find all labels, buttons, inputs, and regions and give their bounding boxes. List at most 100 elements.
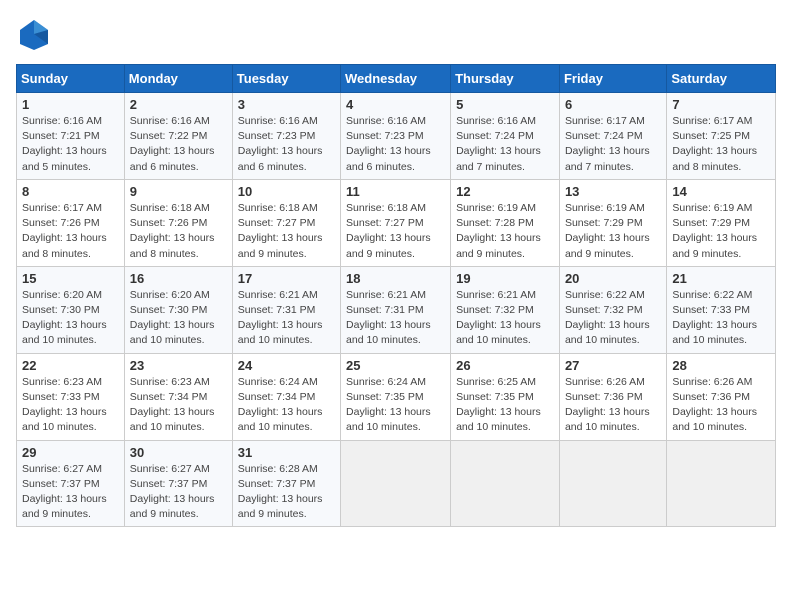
calendar-cell: 26 Sunrise: 6:25 AM Sunset: 7:35 PM Dayli… bbox=[451, 353, 560, 440]
day-info: Sunrise: 6:20 AM Sunset: 7:30 PM Dayligh… bbox=[130, 288, 227, 349]
day-info: Sunrise: 6:16 AM Sunset: 7:24 PM Dayligh… bbox=[456, 114, 554, 175]
calendar-cell: 5 Sunrise: 6:16 AM Sunset: 7:24 PM Daylig… bbox=[451, 93, 560, 180]
calendar-cell: 29 Sunrise: 6:27 AM Sunset: 7:37 PM Dayli… bbox=[17, 440, 125, 527]
calendar-week-3: 15 Sunrise: 6:20 AM Sunset: 7:30 PM Dayli… bbox=[17, 266, 776, 353]
calendar-cell: 11 Sunrise: 6:18 AM Sunset: 7:27 PM Dayli… bbox=[341, 179, 451, 266]
day-info: Sunrise: 6:18 AM Sunset: 7:27 PM Dayligh… bbox=[238, 201, 335, 262]
day-header-saturday: Saturday bbox=[667, 65, 776, 93]
day-info: Sunrise: 6:26 AM Sunset: 7:36 PM Dayligh… bbox=[565, 375, 661, 436]
calendar-cell: 22 Sunrise: 6:23 AM Sunset: 7:33 PM Dayli… bbox=[17, 353, 125, 440]
day-info: Sunrise: 6:21 AM Sunset: 7:31 PM Dayligh… bbox=[238, 288, 335, 349]
day-info: Sunrise: 6:26 AM Sunset: 7:36 PM Dayligh… bbox=[672, 375, 770, 436]
calendar-cell: 15Sunrise: 6:20 AM Sunset: 7:30 PM Dayli… bbox=[17, 266, 125, 353]
calendar-week-4: 22 Sunrise: 6:23 AM Sunset: 7:33 PM Dayli… bbox=[17, 353, 776, 440]
calendar-cell: 13 Sunrise: 6:19 AM Sunset: 7:29 PM Dayli… bbox=[559, 179, 666, 266]
day-number: 9 bbox=[130, 184, 227, 199]
calendar-cell: 1Sunrise: 6:16 AM Sunset: 7:21 PM Daylig… bbox=[17, 93, 125, 180]
day-number: 16 bbox=[130, 271, 227, 286]
calendar-cell bbox=[667, 440, 776, 527]
day-info: Sunrise: 6:25 AM Sunset: 7:35 PM Dayligh… bbox=[456, 375, 554, 436]
calendar-cell: 3 Sunrise: 6:16 AM Sunset: 7:23 PM Daylig… bbox=[232, 93, 340, 180]
day-header-tuesday: Tuesday bbox=[232, 65, 340, 93]
day-info: Sunrise: 6:17 AM Sunset: 7:26 PM Dayligh… bbox=[22, 201, 119, 262]
day-number: 31 bbox=[238, 445, 335, 460]
calendar-cell: 31 Sunrise: 6:28 AM Sunset: 7:37 PM Dayli… bbox=[232, 440, 340, 527]
day-number: 12 bbox=[456, 184, 554, 199]
calendar-cell bbox=[341, 440, 451, 527]
day-number: 11 bbox=[346, 184, 445, 199]
calendar-table: SundayMondayTuesdayWednesdayThursdayFrid… bbox=[16, 64, 776, 527]
calendar-cell: 18 Sunrise: 6:21 AM Sunset: 7:31 PM Dayli… bbox=[341, 266, 451, 353]
calendar-cell: 20 Sunrise: 6:22 AM Sunset: 7:32 PM Dayli… bbox=[559, 266, 666, 353]
day-info: Sunrise: 6:27 AM Sunset: 7:37 PM Dayligh… bbox=[22, 462, 119, 523]
day-header-sunday: Sunday bbox=[17, 65, 125, 93]
day-number: 8 bbox=[22, 184, 119, 199]
calendar-cell bbox=[559, 440, 666, 527]
day-info: Sunrise: 6:21 AM Sunset: 7:32 PM Dayligh… bbox=[456, 288, 554, 349]
day-number: 22 bbox=[22, 358, 119, 373]
day-info: Sunrise: 6:22 AM Sunset: 7:32 PM Dayligh… bbox=[565, 288, 661, 349]
calendar-cell: 12 Sunrise: 6:19 AM Sunset: 7:28 PM Dayli… bbox=[451, 179, 560, 266]
logo-icon bbox=[16, 16, 52, 52]
day-number: 28 bbox=[672, 358, 770, 373]
day-info: Sunrise: 6:16 AM Sunset: 7:21 PM Dayligh… bbox=[22, 114, 119, 175]
calendar-cell: 7 Sunrise: 6:17 AM Sunset: 7:25 PM Daylig… bbox=[667, 93, 776, 180]
day-number: 26 bbox=[456, 358, 554, 373]
day-info: Sunrise: 6:19 AM Sunset: 7:28 PM Dayligh… bbox=[456, 201, 554, 262]
day-number: 21 bbox=[672, 271, 770, 286]
day-number: 25 bbox=[346, 358, 445, 373]
day-number: 17 bbox=[238, 271, 335, 286]
day-info: Sunrise: 6:17 AM Sunset: 7:24 PM Dayligh… bbox=[565, 114, 661, 175]
day-info: Sunrise: 6:23 AM Sunset: 7:33 PM Dayligh… bbox=[22, 375, 119, 436]
day-number: 4 bbox=[346, 97, 445, 112]
day-number: 15 bbox=[22, 271, 119, 286]
calendar-cell: 4 Sunrise: 6:16 AM Sunset: 7:23 PM Daylig… bbox=[341, 93, 451, 180]
logo bbox=[16, 16, 58, 52]
calendar-cell: 16 Sunrise: 6:20 AM Sunset: 7:30 PM Dayli… bbox=[124, 266, 232, 353]
day-info: Sunrise: 6:18 AM Sunset: 7:26 PM Dayligh… bbox=[130, 201, 227, 262]
calendar-cell: 28 Sunrise: 6:26 AM Sunset: 7:36 PM Dayli… bbox=[667, 353, 776, 440]
day-number: 20 bbox=[565, 271, 661, 286]
day-info: Sunrise: 6:22 AM Sunset: 7:33 PM Dayligh… bbox=[672, 288, 770, 349]
day-number: 29 bbox=[22, 445, 119, 460]
day-number: 18 bbox=[346, 271, 445, 286]
day-info: Sunrise: 6:23 AM Sunset: 7:34 PM Dayligh… bbox=[130, 375, 227, 436]
day-info: Sunrise: 6:17 AM Sunset: 7:25 PM Dayligh… bbox=[672, 114, 770, 175]
day-number: 10 bbox=[238, 184, 335, 199]
calendar-header: SundayMondayTuesdayWednesdayThursdayFrid… bbox=[17, 65, 776, 93]
day-header-wednesday: Wednesday bbox=[341, 65, 451, 93]
calendar-cell: 19 Sunrise: 6:21 AM Sunset: 7:32 PM Dayli… bbox=[451, 266, 560, 353]
day-info: Sunrise: 6:28 AM Sunset: 7:37 PM Dayligh… bbox=[238, 462, 335, 523]
calendar-cell: 24Sunrise: 6:24 AM Sunset: 7:34 PM Dayli… bbox=[232, 353, 340, 440]
calendar-cell: 2 Sunrise: 6:16 AM Sunset: 7:22 PM Daylig… bbox=[124, 93, 232, 180]
day-number: 2 bbox=[130, 97, 227, 112]
day-number: 24 bbox=[238, 358, 335, 373]
day-info: Sunrise: 6:19 AM Sunset: 7:29 PM Dayligh… bbox=[672, 201, 770, 262]
calendar-cell: 25 Sunrise: 6:24 AM Sunset: 7:35 PM Dayli… bbox=[341, 353, 451, 440]
calendar-cell: 21 Sunrise: 6:22 AM Sunset: 7:33 PM Dayli… bbox=[667, 266, 776, 353]
calendar-week-5: 29 Sunrise: 6:27 AM Sunset: 7:37 PM Dayli… bbox=[17, 440, 776, 527]
calendar-cell bbox=[451, 440, 560, 527]
day-number: 23 bbox=[130, 358, 227, 373]
day-number: 13 bbox=[565, 184, 661, 199]
day-info: Sunrise: 6:21 AM Sunset: 7:31 PM Dayligh… bbox=[346, 288, 445, 349]
day-info: Sunrise: 6:18 AM Sunset: 7:27 PM Dayligh… bbox=[346, 201, 445, 262]
day-info: Sunrise: 6:16 AM Sunset: 7:23 PM Dayligh… bbox=[346, 114, 445, 175]
calendar-cell: 6Sunrise: 6:17 AM Sunset: 7:24 PM Daylig… bbox=[559, 93, 666, 180]
day-info: Sunrise: 6:27 AM Sunset: 7:37 PM Dayligh… bbox=[130, 462, 227, 523]
calendar-week-2: 8 Sunrise: 6:17 AM Sunset: 7:26 PM Daylig… bbox=[17, 179, 776, 266]
calendar-cell: 27Sunrise: 6:26 AM Sunset: 7:36 PM Dayli… bbox=[559, 353, 666, 440]
day-number: 19 bbox=[456, 271, 554, 286]
calendar-cell: 23 Sunrise: 6:23 AM Sunset: 7:34 PM Dayli… bbox=[124, 353, 232, 440]
day-number: 14 bbox=[672, 184, 770, 199]
day-number: 3 bbox=[238, 97, 335, 112]
day-info: Sunrise: 6:16 AM Sunset: 7:22 PM Dayligh… bbox=[130, 114, 227, 175]
day-number: 7 bbox=[672, 97, 770, 112]
day-number: 5 bbox=[456, 97, 554, 112]
day-info: Sunrise: 6:24 AM Sunset: 7:35 PM Dayligh… bbox=[346, 375, 445, 436]
calendar-cell: 17 Sunrise: 6:21 AM Sunset: 7:31 PM Dayli… bbox=[232, 266, 340, 353]
day-info: Sunrise: 6:19 AM Sunset: 7:29 PM Dayligh… bbox=[565, 201, 661, 262]
day-info: Sunrise: 6:16 AM Sunset: 7:23 PM Dayligh… bbox=[238, 114, 335, 175]
calendar-week-1: 1Sunrise: 6:16 AM Sunset: 7:21 PM Daylig… bbox=[17, 93, 776, 180]
day-header-thursday: Thursday bbox=[451, 65, 560, 93]
